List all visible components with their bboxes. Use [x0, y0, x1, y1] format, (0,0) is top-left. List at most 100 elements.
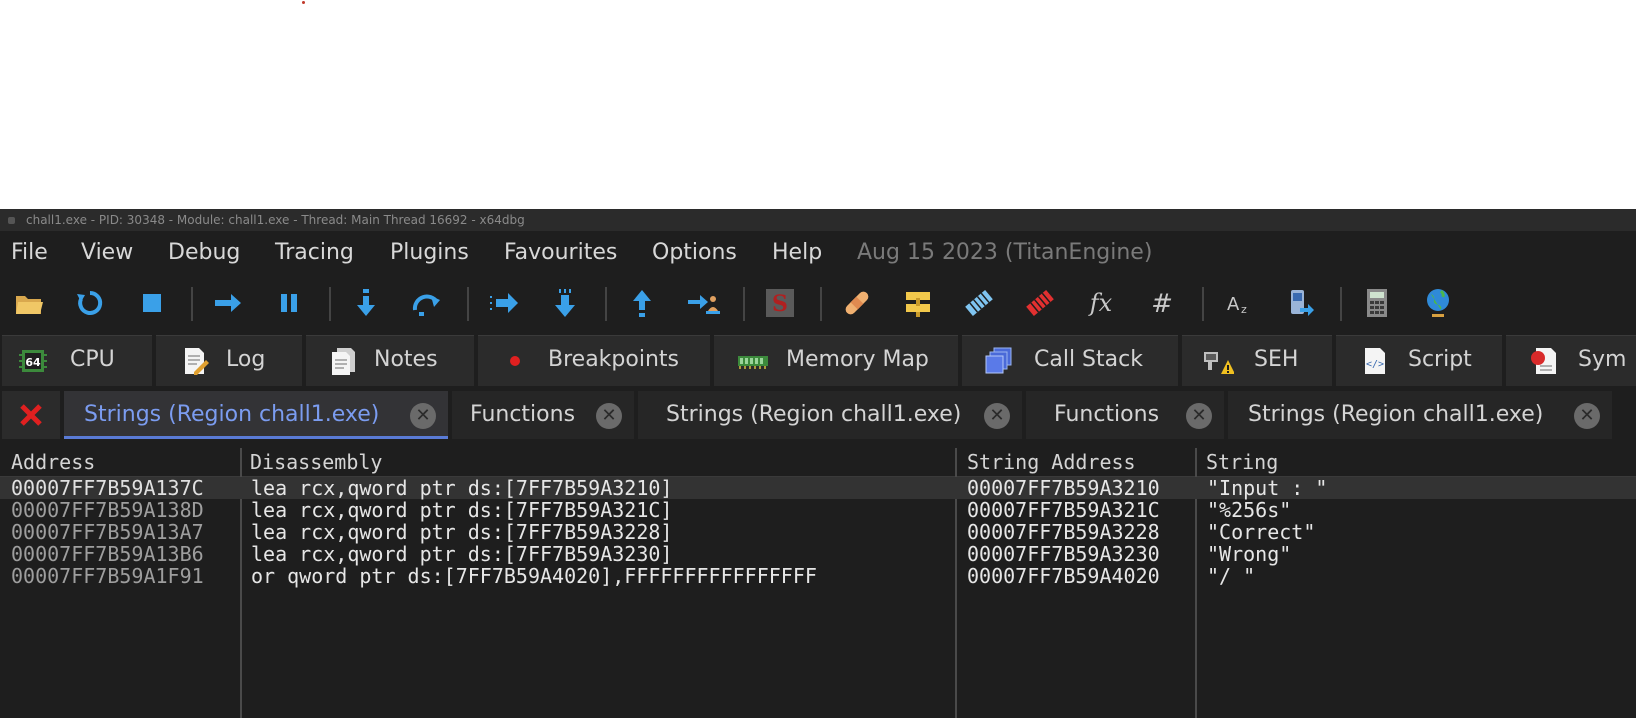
- close-tab-icon[interactable]: ✕: [1574, 403, 1600, 429]
- toolbar-separator: [329, 287, 331, 321]
- table-row[interactable]: 00007FF7B59A137C lea rcx,qword ptr ds:[7…: [0, 477, 1636, 499]
- tab-breakpoints[interactable]: Breakpoints: [478, 335, 710, 386]
- calls-icon[interactable]: [1283, 286, 1317, 320]
- column-header-address[interactable]: Address: [11, 448, 95, 476]
- tab-label: Script: [1408, 347, 1472, 372]
- svg-text:64: 64: [25, 356, 41, 369]
- cell-address: 00007FF7B59A13B6: [11, 542, 204, 566]
- close-all-tabs-button[interactable]: [2, 391, 60, 439]
- tab-log[interactable]: Log: [156, 335, 302, 386]
- cell-disassembly: or qword ptr ds:[7FF7B59A4020],FFFFFFFFF…: [251, 564, 817, 588]
- table-header: Address Disassembly String Address Strin…: [0, 448, 1636, 477]
- tab-label: CPU: [70, 347, 115, 372]
- tab-functions-2[interactable]: Functions ✕: [1026, 391, 1224, 439]
- menu-options[interactable]: Options: [652, 240, 737, 266]
- tab-label: Sym: [1578, 347, 1627, 372]
- tab-label: Call Stack: [1034, 347, 1143, 372]
- step-over-icon[interactable]: [410, 286, 444, 320]
- web-icon[interactable]: [1421, 286, 1455, 320]
- trace-over-icon[interactable]: [548, 286, 582, 320]
- tab-call-stack[interactable]: Call Stack: [962, 335, 1178, 386]
- tab-label: Notes: [374, 347, 438, 372]
- restart-icon[interactable]: [73, 286, 107, 320]
- scylla-icon[interactable]: S: [763, 286, 797, 320]
- pause-icon[interactable]: [272, 286, 306, 320]
- labels-icon[interactable]: [962, 286, 996, 320]
- tab-script[interactable]: </> Script: [1336, 335, 1502, 386]
- comments-icon[interactable]: [901, 286, 935, 320]
- tab-strings-1[interactable]: Strings (Region chall1.exe) ✕: [64, 391, 448, 439]
- run-to-user-code-icon[interactable]: [686, 286, 720, 320]
- cell-string-address: 00007FF7B59A321C: [967, 498, 1160, 522]
- toolbar: S fx # Az: [0, 273, 1636, 331]
- stop-icon[interactable]: [135, 286, 169, 320]
- tab-seh[interactable]: SEH: [1182, 335, 1332, 386]
- menu-favourites[interactable]: Favourites: [504, 240, 617, 266]
- close-tab-icon[interactable]: ✕: [596, 403, 622, 429]
- cell-string-address: 00007FF7B59A3230: [967, 542, 1160, 566]
- seh-icon: [1202, 346, 1235, 376]
- calculator-icon[interactable]: [1360, 286, 1394, 320]
- close-tab-icon[interactable]: ✕: [1186, 403, 1212, 429]
- menu-bar: File View Debug Tracing Plugins Favourit…: [0, 231, 1636, 273]
- app-icon: [8, 217, 15, 224]
- column-header-string-address[interactable]: String Address: [967, 448, 1136, 476]
- step-into-icon[interactable]: [349, 286, 383, 320]
- toolbar-separator: [743, 287, 745, 321]
- toolbar-separator: [1202, 287, 1204, 321]
- cell-address: 00007FF7B59A137C: [11, 476, 204, 500]
- table-row[interactable]: 00007FF7B59A1F91 or qword ptr ds:[7FF7B5…: [0, 565, 1636, 587]
- toolbar-separator: [820, 287, 822, 321]
- variables-icon[interactable]: #: [1145, 286, 1179, 320]
- cell-disassembly: lea rcx,qword ptr ds:[7FF7B59A3230]: [251, 542, 673, 566]
- table-row[interactable]: 00007FF7B59A13B6 lea rcx,qword ptr ds:[7…: [0, 543, 1636, 565]
- cell-string-address: 00007FF7B59A4020: [967, 564, 1160, 588]
- menu-file[interactable]: File: [11, 240, 48, 266]
- svg-text:z: z: [1241, 303, 1247, 316]
- menu-debug[interactable]: Debug: [168, 240, 240, 266]
- tab-label: Functions: [1054, 402, 1160, 427]
- close-tab-icon[interactable]: ✕: [984, 403, 1010, 429]
- menu-tracing[interactable]: Tracing: [275, 240, 354, 266]
- cell-disassembly: lea rcx,qword ptr ds:[7FF7B59A3210]: [251, 476, 673, 500]
- tab-functions-1[interactable]: Functions ✕: [452, 391, 634, 439]
- menu-help[interactable]: Help: [772, 240, 822, 266]
- tab-symbols[interactable]: Sym: [1506, 335, 1636, 386]
- trace-into-icon[interactable]: [487, 286, 521, 320]
- tab-notes[interactable]: Notes: [306, 335, 474, 386]
- open-icon[interactable]: [12, 286, 46, 320]
- tab-label: Functions: [470, 402, 576, 427]
- toolbar-separator: [605, 287, 607, 321]
- close-tab-icon[interactable]: ✕: [410, 403, 436, 429]
- cell-string: "Wrong": [1207, 542, 1292, 566]
- menu-plugins[interactable]: Plugins: [390, 240, 469, 266]
- run-icon[interactable]: [211, 286, 245, 320]
- cell-disassembly: lea rcx,qword ptr ds:[7FF7B59A3228]: [251, 520, 673, 544]
- toolbar-separator: [191, 287, 193, 321]
- title-bar: chall1.exe - PID: 30348 - Module: chall1…: [0, 209, 1636, 231]
- tab-cpu[interactable]: 64 CPU: [2, 335, 152, 386]
- tab-strings-2[interactable]: Strings (Region chall1.exe) ✕: [638, 391, 1022, 439]
- build-info: Aug 15 2023 (TitanEngine): [857, 240, 1153, 265]
- table-row[interactable]: 00007FF7B59A13A7 lea rcx,qword ptr ds:[7…: [0, 521, 1636, 543]
- breakpoint-icon: [500, 346, 530, 376]
- tab-label: Strings (Region chall1.exe): [666, 402, 962, 427]
- table-row[interactable]: 00007FF7B59A138D lea rcx,qword ptr ds:[7…: [0, 499, 1636, 521]
- tab-label: SEH: [1254, 347, 1299, 372]
- tab-memory-map[interactable]: Memory Map: [714, 335, 958, 386]
- memory-map-icon: [736, 346, 768, 376]
- column-header-string[interactable]: String: [1206, 448, 1278, 476]
- tab-label: Strings (Region chall1.exe): [1248, 402, 1544, 427]
- execute-till-return-icon[interactable]: [625, 286, 659, 320]
- main-tab-bar: 64 CPU Log Notes Breakpoints Memory Map …: [0, 335, 1636, 387]
- svg-text:</>: </>: [1366, 359, 1384, 370]
- tab-strings-3[interactable]: Strings (Region chall1.exe) ✕: [1228, 391, 1612, 439]
- cell-string: "Correct": [1207, 520, 1316, 544]
- strings-icon[interactable]: Az: [1222, 286, 1256, 320]
- patches-icon[interactable]: [840, 286, 874, 320]
- bookmarks-icon[interactable]: [1023, 286, 1057, 320]
- cpu-icon: 64: [18, 346, 48, 376]
- functions-icon[interactable]: fx: [1084, 286, 1118, 320]
- menu-view[interactable]: View: [81, 240, 133, 266]
- column-header-disassembly[interactable]: Disassembly: [250, 448, 382, 476]
